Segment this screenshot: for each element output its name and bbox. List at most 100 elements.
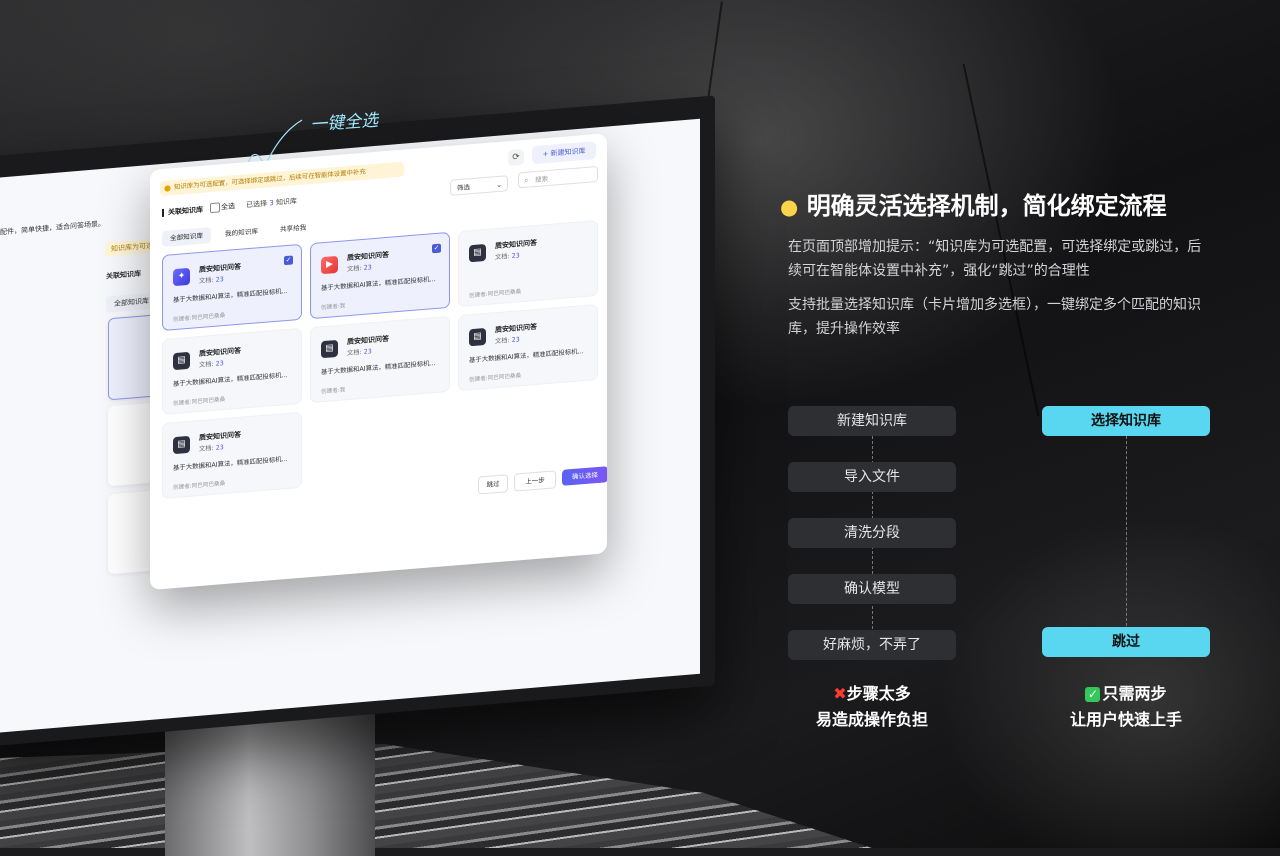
note-left-line2: 易造成操作负担 xyxy=(815,710,928,729)
card-desc: 基于大数据和AI算法，精准匹配投标机... xyxy=(173,286,288,305)
flow-step-highlight: 选择知识库 xyxy=(1042,406,1210,436)
description-paragraph-2: 支持批量选择知识库（卡片增加多选框），一键绑定多个匹配的知识库，提升操作效率 xyxy=(788,297,1201,337)
select-all-checkbox[interactable] xyxy=(210,202,220,214)
card-title: 质安知识问答 xyxy=(199,346,241,359)
card-desc: 基于大数据和AI算法，精准匹配投标机... xyxy=(173,454,288,473)
card-docs: 文档: 23 xyxy=(347,262,372,273)
docs-label: 文档: xyxy=(495,337,510,346)
card-title: 质安知识问答 xyxy=(495,238,537,251)
bulb-icon: ● xyxy=(164,183,171,193)
card-title: 质安知识问答 xyxy=(199,430,241,443)
selected-count-text: 已选择 3 知识库 xyxy=(246,196,297,210)
docs-count: 23 xyxy=(363,348,372,356)
card-title: 质安知识问答 xyxy=(199,262,241,275)
docs-label: 文档: xyxy=(495,253,510,262)
docs-count: 23 xyxy=(215,360,224,368)
back-label: 关联知识库 xyxy=(106,269,141,281)
knowledge-card[interactable]: ▤ 质安知识问答 文档: 23 创建者:阿巴阿巴桑桑 xyxy=(458,219,598,308)
card-docs: 文档: 23 xyxy=(347,346,372,357)
confirm-select-button[interactable]: 确认选择 xyxy=(562,466,607,486)
back-intro-text: 配件，简单快捷，适合问答场景。 xyxy=(0,219,105,237)
card-creator: 创建者:阿巴阿巴桑桑 xyxy=(469,289,522,300)
sparkle-icon: ✦ xyxy=(173,267,190,287)
flow-right-note: ✓ 只需两步 让用户快速上手 xyxy=(1042,681,1210,733)
flow-step: 好麻烦，不弄了 xyxy=(788,630,956,660)
checked-checkbox-icon[interactable]: ✓ xyxy=(284,255,293,266)
chevron-down-icon: ⌄ xyxy=(496,180,502,190)
tip-text: 知识库为可选配置，可选择绑定或跳过，后续可在智能体设置中补充 xyxy=(174,167,366,192)
skip-button[interactable]: 跳过 xyxy=(478,474,508,495)
prev-step-button[interactable]: 上一步 xyxy=(514,470,556,492)
filter-label: 筛选 xyxy=(457,183,470,193)
search-input[interactable]: ⌕ 搜索 xyxy=(518,165,598,189)
refresh-icon: ⟳ xyxy=(512,152,520,163)
knowledge-card[interactable]: ▤ 质安知识问答 文档: 23 基于大数据和AI算法，精准匹配投标机... 创建… xyxy=(162,327,302,416)
check-icon: ✓ xyxy=(1085,687,1101,702)
knowledge-card[interactable]: ▶ 质安知识问答 文档: 23 基于大数据和AI算法，精准匹配投标机... 创建… xyxy=(310,231,450,320)
search-icon: ⌕ xyxy=(524,175,529,185)
knowledge-card[interactable]: ▤ 质安知识问答 文档: 23 基于大数据和AI算法，精准匹配投标机... 创建… xyxy=(310,315,450,404)
card-docs: 文档: 23 xyxy=(199,442,224,453)
card-creator: 创建者:阿巴阿巴桑桑 xyxy=(173,480,226,492)
refresh-button[interactable]: ⟳ xyxy=(508,148,524,167)
document-icon: ▤ xyxy=(173,435,190,455)
docs-count: 23 xyxy=(215,276,224,284)
select-all-label[interactable]: 全选 xyxy=(221,201,235,212)
optional-config-tip: ● 知识库为可选配置，可选择绑定或跳过，后续可在智能体设置中补充 xyxy=(160,161,404,197)
flow-step: 新建知识库 xyxy=(788,406,956,436)
card-desc: 基于大数据和AI算法，精准匹配投标机... xyxy=(469,347,584,365)
annotation-text: 一键全选 xyxy=(309,110,379,136)
card-creator: 创建者:阿巴阿巴桑桑 xyxy=(469,373,522,384)
docs-label: 文档: xyxy=(347,348,362,358)
knowledge-tabs: 全部知识库 我的知识库 共享给我 xyxy=(162,219,314,248)
lightbulb-icon: ● xyxy=(780,195,799,219)
card-desc: 基于大数据和AI算法，精准匹配投标机... xyxy=(173,370,288,389)
tab-shared[interactable]: 共享给我 xyxy=(272,219,314,238)
headline-text: 明确灵活选择机制，简化绑定流程 xyxy=(806,192,1167,220)
card-creator: 创建者:我 xyxy=(321,387,346,396)
docs-label: 文档: xyxy=(199,360,214,370)
new-knowledge-button[interactable]: + 新建知识库 xyxy=(532,141,596,165)
cross-icon: ✖ xyxy=(833,684,847,703)
search-placeholder: 搜索 xyxy=(535,174,548,185)
docs-count: 23 xyxy=(511,252,520,260)
card-docs: 文档: 23 xyxy=(495,334,520,345)
tab-mine[interactable]: 我的知识库 xyxy=(217,223,266,243)
docs-count: 23 xyxy=(363,264,372,272)
document-icon: ▤ xyxy=(469,243,486,263)
selected-count: 3 xyxy=(269,199,274,208)
select-knowledge-dialog: ● 知识库为可选配置，可选择绑定或跳过，后续可在智能体设置中补充 ⟳ + 新建知… xyxy=(150,133,607,590)
docs-label: 文档: xyxy=(347,264,362,274)
card-docs: 文档: 23 xyxy=(199,358,224,369)
flow-step: 导入文件 xyxy=(788,462,956,492)
headline: ● 明确灵活选择机制，简化绑定流程 xyxy=(780,186,1167,221)
document-icon: ▤ xyxy=(469,327,486,347)
knowledge-card[interactable]: ✦ 质安知识问答 文档: 23 基于大数据和AI算法，精准匹配投标机... 创建… xyxy=(162,243,302,332)
card-desc: 基于大数据和AI算法，精准匹配投标机... xyxy=(321,275,436,293)
tab-all[interactable]: 全部知识库 xyxy=(162,227,211,248)
card-creator: 创建者:我 xyxy=(321,303,346,312)
description-paragraph-1: 在页面顶部增加提示：“知识库为可选配置，可选择绑定或跳过，后续可在智能体设置中补… xyxy=(788,239,1202,279)
checked-checkbox-icon[interactable]: ✓ xyxy=(432,243,441,254)
card-creator: 创建者:阿巴阿巴桑桑 xyxy=(173,312,226,324)
card-docs: 文档: 23 xyxy=(495,250,520,261)
docs-count: 23 xyxy=(215,444,224,452)
related-knowledge-label: 关联知识库 xyxy=(162,205,203,218)
filter-select[interactable]: 筛选 ⌄ xyxy=(450,175,508,196)
video-icon: ▶ xyxy=(321,255,338,275)
knowledge-card[interactable]: ▤ 质安知识问答 文档: 23 基于大数据和AI算法，精准匹配投标机... 创建… xyxy=(162,411,302,500)
card-docs: 文档: 23 xyxy=(199,274,224,285)
flow-step: 清洗分段 xyxy=(788,518,956,548)
flow-step: 确认模型 xyxy=(788,574,956,604)
flow-left-note: ✖步骤太多 易造成操作负担 xyxy=(788,681,956,733)
card-title: 质安知识问答 xyxy=(495,322,537,335)
docs-label: 文档: xyxy=(199,444,214,454)
flow-step-highlight: 跳过 xyxy=(1042,627,1210,657)
document-icon: ▤ xyxy=(321,339,338,359)
document-icon: ▤ xyxy=(173,351,190,371)
card-title: 质安知识问答 xyxy=(347,334,389,347)
note-left-line1: 步骤太多 xyxy=(846,684,911,703)
docs-count: 23 xyxy=(511,336,520,344)
card-creator: 创建者:阿巴阿巴桑桑 xyxy=(173,396,226,408)
knowledge-card[interactable]: ▤ 质安知识问答 文档: 23 基于大数据和AI算法，精准匹配投标机... 创建… xyxy=(458,303,598,392)
